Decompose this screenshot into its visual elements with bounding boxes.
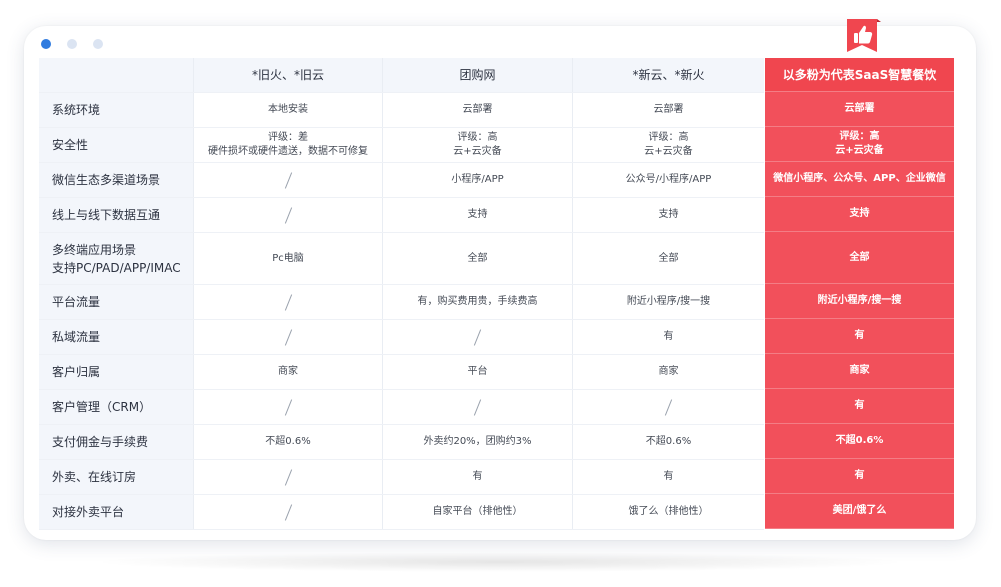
table-cell: 附近小程序/搜一搜 [626,296,711,307]
table-cell: 有 [383,460,573,494]
table-cell: 全部 [658,252,679,264]
row-label: 多终端应用场景 支持PC/PAD/APP/IMAC [39,233,194,284]
not-available-mark [664,398,673,416]
stage: *旧火、*旧云 团购网 *新云、*新火 系统环境 本地安装 云部署 云部署 安全性 评级：差 硬… [0,0,1001,587]
thumbs-up-icon [847,19,881,52]
highlight-cell: 有 [765,459,954,494]
not-available-mark [473,328,482,346]
table-row: 外卖、在线订房 有 有 [39,460,764,495]
table-row: 多终端应用场景 支持PC/PAD/APP/IMAC Pc电脑 全部 全部 [39,233,764,285]
table-row: 安全性 评级：差 硬件损坏或硬件遗送，数据不可修复 评级：高 云+云灾备 评级：高 云… [39,128,764,163]
highlight-cell: 全部 [765,232,954,284]
table-cell: 评级：高 云+云灾备 [644,132,693,157]
highlight-cell: 支持 [765,197,954,232]
table-cell: 自家平台（排他性） [383,495,573,529]
column-header [39,58,194,92]
table-row: 客户管理（CRM） [39,390,764,425]
highlight-cell: 有 [765,319,954,354]
table-cell [573,390,764,424]
window-dot[interactable] [67,39,77,49]
table-cell: 外卖约20%，团购约3% [383,425,573,459]
not-available-mark [284,398,292,416]
table-cell [194,163,383,197]
row-label: 客户归属 [39,355,194,389]
highlight-cell: 评级：高 云+云灾备 [765,127,954,162]
table-cell: 商家 [658,366,679,377]
table-row: 私域流量 有 [39,320,764,355]
highlight-cell: 商家 [765,354,954,389]
highlight-cell: 云部署 [765,92,954,127]
table-cell: 评级：高 云+云灾备 [383,128,573,162]
table-cell: 有 [663,471,674,482]
row-label: 支付佣金与手续费 [39,425,194,459]
row-label: 线上与线下数据互通 [39,198,194,232]
table-cell: 支持 [383,198,573,232]
row-label: 外卖、在线订房 [39,460,194,494]
table-row: 客户归属 商家 平台 商家 [39,355,764,390]
table-cell [383,320,573,354]
row-label: 微信生态多渠道场景 [39,163,194,197]
highlight-cell: 有 [765,389,954,424]
table-cell: 有 [663,331,674,342]
not-available-mark [284,468,292,486]
table-cell: 公众号/小程序/APP [625,174,712,185]
row-label: 客户管理（CRM） [39,390,194,424]
window-dots [41,39,103,49]
column-header: 团购网 [383,58,573,92]
highlight-column: 以多粉为代表SaaS智慧餐饮 云部署 评级：高 云+云灾备 微信小程序、公众号、APP… [765,58,954,529]
comparison-table: *旧火、*旧云 团购网 *新云、*新火 系统环境 本地安装 云部署 云部署 安全性 评级：差 硬… [39,58,764,530]
not-available-mark [284,171,292,189]
column-header: *旧火、*旧云 [194,58,383,92]
highlight-cell: 美团/饿了么 [765,494,954,529]
table-cell [194,198,383,232]
table-cell: 饿了么（排他性） [628,506,709,517]
table-cell: 不超0.6% [645,436,692,447]
table-cell: 全部 [383,233,573,284]
table-cell: 平台 [383,355,573,389]
table-cell: 支持 [658,209,679,220]
highlight-cell: 不超0.6% [765,424,954,459]
table-cell: 不超0.6% [194,425,383,459]
highlight-cell: 附近小程序/搜一搜 [765,284,954,319]
table-cell [194,285,383,319]
not-available-mark [284,328,292,346]
table-row: 微信生态多渠道场景 小程序/APP 公众号/小程序/APP [39,163,764,198]
row-label: 安全性 [39,128,194,162]
table-cell: 本地安装 [194,93,383,127]
window-shadow [90,552,910,572]
not-available-mark [473,398,482,416]
row-label: 平台流量 [39,285,194,319]
highlight-cell: 微信小程序、公众号、APP、企业微信 [765,162,954,197]
highlight-column-header: 以多粉为代表SaaS智慧餐饮 [765,58,954,92]
table-cell: 小程序/APP [383,163,573,197]
table-cell [194,460,383,494]
table-cell: 云部署 [653,104,684,115]
table-row: 支付佣金与手续费 不超0.6% 外卖约20%，团购约3% 不超0.6% [39,425,764,460]
row-label: 私域流量 [39,320,194,354]
table-cell [194,320,383,354]
window-dot[interactable] [93,39,103,49]
table-cell [383,390,573,424]
table-row: 对接外卖平台 自家平台（排他性） 饿了么（排他性） [39,495,764,530]
table-row: 平台流量 有，购买费用贵，手续费高 附近小程序/搜一搜 [39,285,764,320]
window-dot-active[interactable] [41,39,51,49]
row-label: 对接外卖平台 [39,495,194,529]
row-label: 系统环境 [39,93,194,127]
table-cell: 云部署 [383,93,573,127]
table-header-row: *旧火、*旧云 团购网 *新云、*新火 [39,58,764,93]
column-header: *新云、*新火 [573,58,764,92]
not-available-mark [284,206,292,224]
table-cell: Pc电脑 [194,233,383,284]
not-available-mark [284,503,292,521]
table-row: 线上与线下数据互通 支持 支持 [39,198,764,233]
not-available-mark [284,293,292,311]
table-cell: 商家 [194,355,383,389]
table-cell: 评级：差 硬件损坏或硬件遗送，数据不可修复 [194,128,383,162]
table-cell [194,390,383,424]
table-cell: 有，购买费用贵，手续费高 [383,285,573,319]
table-row: 系统环境 本地安装 云部署 云部署 [39,93,764,128]
table-cell [194,495,383,529]
